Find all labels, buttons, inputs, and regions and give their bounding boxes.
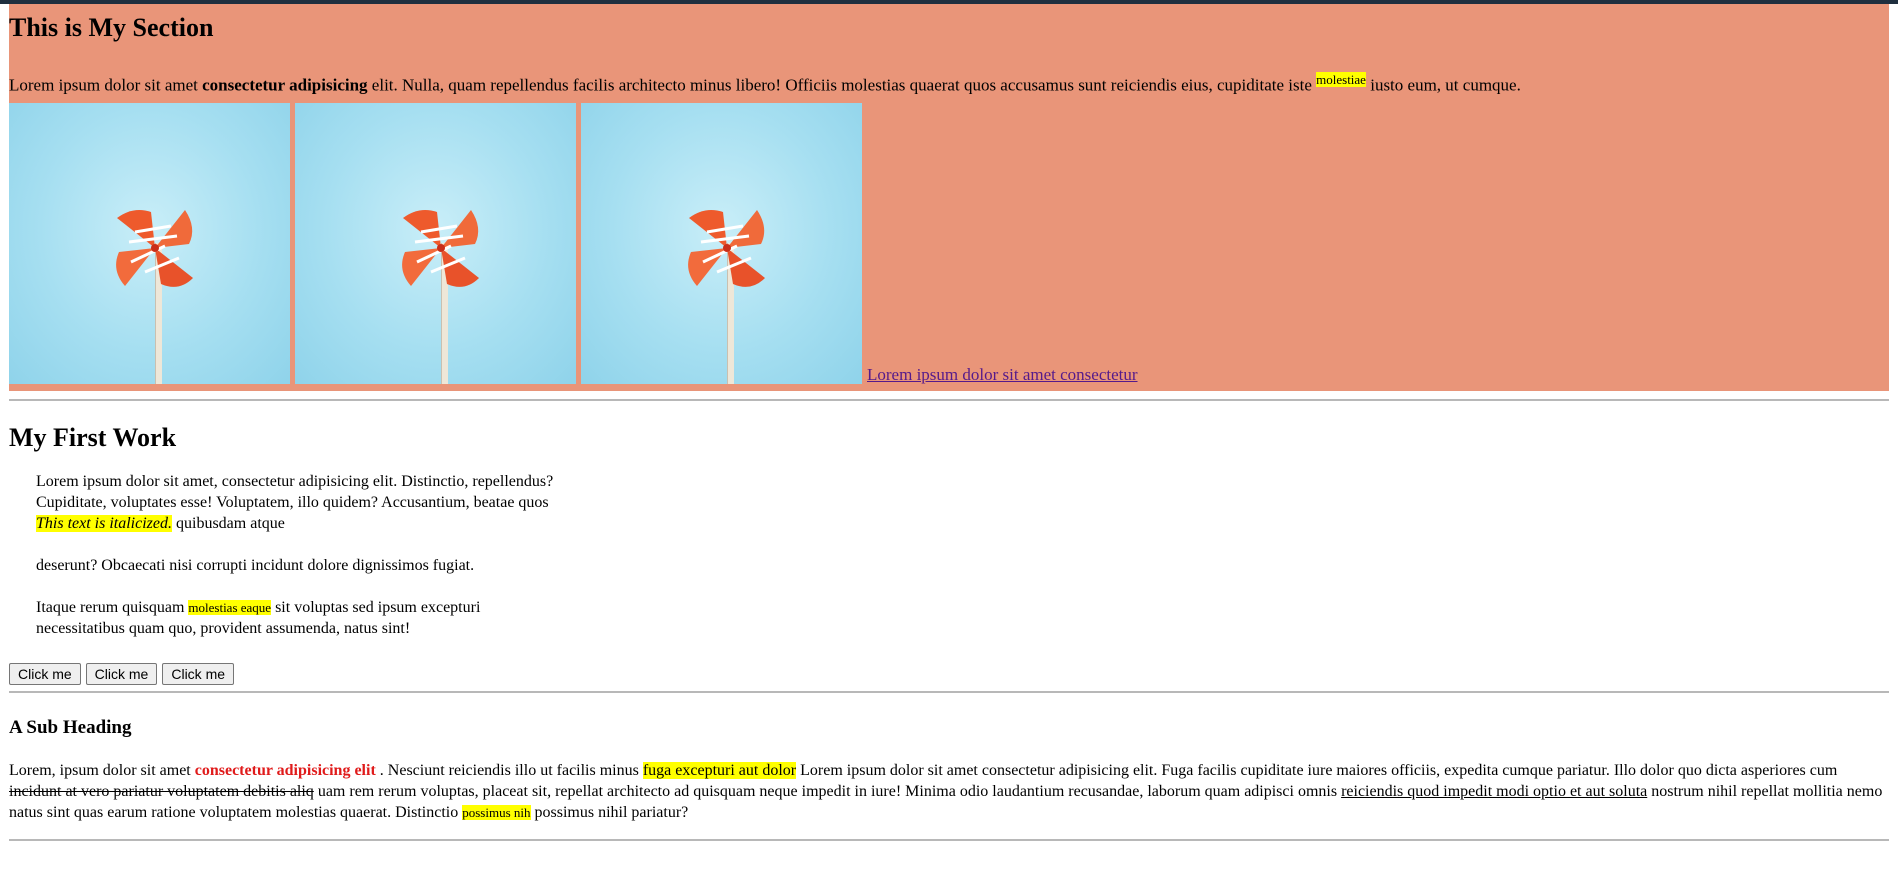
quote-paragraph: Itaque rerum quisquam molestias eaque si… bbox=[36, 597, 556, 639]
text: Lorem ipsum dolor sit amet, consectetur … bbox=[36, 473, 554, 511]
divider bbox=[9, 839, 1889, 841]
italic-text: This text is italicized. bbox=[36, 515, 172, 532]
strikethrough-text: incidunt at vero pariatur voluptatem deb… bbox=[9, 783, 314, 800]
pinwheel-icon bbox=[402, 209, 479, 287]
sub-heading: A Sub Heading bbox=[9, 717, 132, 738]
text: uam rem rerum voluptas, placeat sit, rep… bbox=[313, 783, 1342, 800]
quote-paragraph: deserunt? Obcaecati nisi corrupti incidu… bbox=[36, 557, 475, 574]
text: Itaque rerum quisquam bbox=[36, 599, 189, 616]
red-bold-text: consectetur adipisicing elit bbox=[194, 762, 376, 779]
text: elit. Nulla, quam repellendus facilis ar… bbox=[367, 75, 1317, 95]
text: Lorem ipsum dolor sit amet consectetur a… bbox=[796, 762, 1838, 779]
text: Lorem ipsum dolor sit amet bbox=[9, 75, 203, 95]
highlighted-text: molestiae bbox=[1316, 72, 1366, 87]
divider bbox=[9, 691, 1889, 693]
underlined-text: reiciendis quod impedit modi optio et au… bbox=[1341, 783, 1648, 800]
text: Lorem, ipsum dolor sit amet bbox=[9, 762, 195, 779]
divider bbox=[9, 399, 1889, 401]
button-row: Click me Click me Click me bbox=[9, 663, 1889, 685]
pinwheel-icon bbox=[688, 209, 765, 287]
text: . Nesciunt reiciendis illo ut facilis mi… bbox=[375, 762, 643, 779]
section-paragraph: Lorem ipsum dolor sit amet consectetur a… bbox=[9, 72, 1889, 96]
highlighted-text: possimus nih bbox=[462, 805, 531, 820]
text: iusto eum, ut cumque. bbox=[1365, 75, 1521, 95]
my-section: This is My Section Lorem ipsum dolor sit… bbox=[9, 4, 1889, 391]
click-me-button[interactable]: Click me bbox=[9, 663, 81, 685]
highlighted-text: fuga excepturi aut dolor bbox=[642, 762, 797, 779]
sub-paragraph: Lorem, ipsum dolor sit amet consectetur … bbox=[9, 760, 1889, 823]
section-title: This is My Section bbox=[9, 13, 214, 42]
image-row: Lorem ipsum dolor sit amet consectetur bbox=[9, 102, 1889, 384]
pinwheel-image bbox=[295, 102, 576, 384]
section-link[interactable]: Lorem ipsum dolor sit amet consectetur bbox=[867, 365, 1138, 384]
work-title: My First Work bbox=[9, 423, 177, 452]
bold-text: consectetur adipisicing bbox=[202, 75, 368, 95]
pinwheel-icon bbox=[116, 209, 193, 287]
quote-paragraph: Lorem ipsum dolor sit amet, consectetur … bbox=[36, 471, 556, 534]
italic-highlighted-text: This text is italicized. bbox=[36, 515, 172, 532]
pinwheel-image bbox=[581, 102, 862, 384]
pinwheel-image bbox=[9, 102, 290, 384]
text: quibusdam atque bbox=[172, 515, 285, 532]
page-content: This is My Section Lorem ipsum dolor sit… bbox=[0, 4, 1898, 841]
text: possimus nihil pariatur? bbox=[530, 804, 689, 821]
work-blockquote: Lorem ipsum dolor sit amet, consectetur … bbox=[36, 471, 556, 639]
click-me-button[interactable]: Click me bbox=[162, 663, 235, 685]
click-me-button[interactable]: Click me bbox=[85, 663, 158, 685]
highlighted-text: molestias eaque bbox=[188, 600, 272, 615]
